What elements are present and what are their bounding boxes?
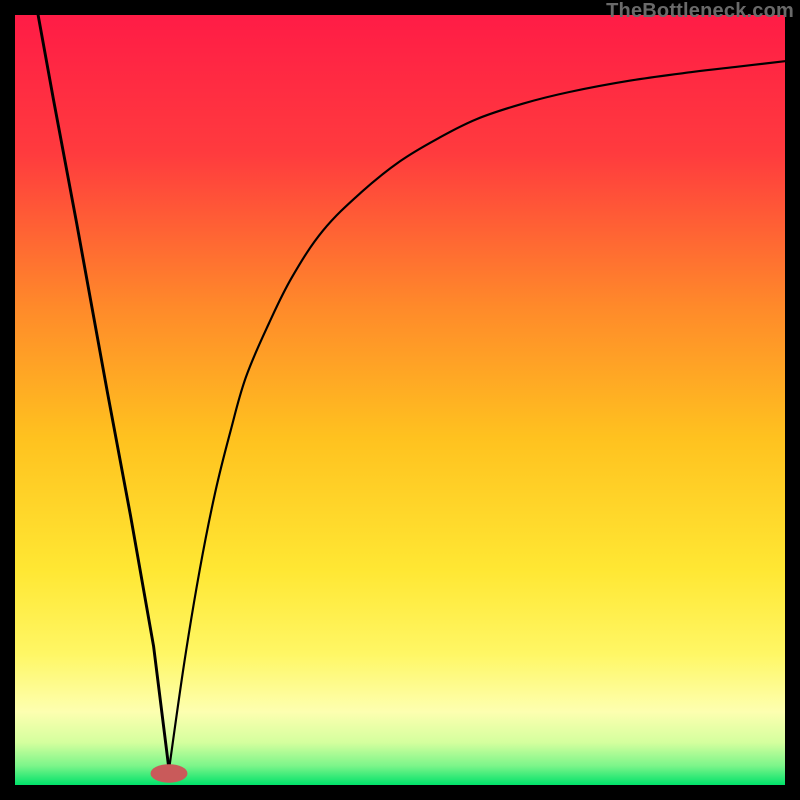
chart-plot-area — [15, 15, 785, 785]
attribution-watermark: TheBottleneck.com — [606, 0, 794, 23]
chart-background-gradient — [15, 15, 785, 785]
chart-frame: TheBottleneck.com — [0, 0, 800, 800]
bottleneck-marker — [151, 764, 188, 782]
chart-svg — [15, 15, 785, 785]
